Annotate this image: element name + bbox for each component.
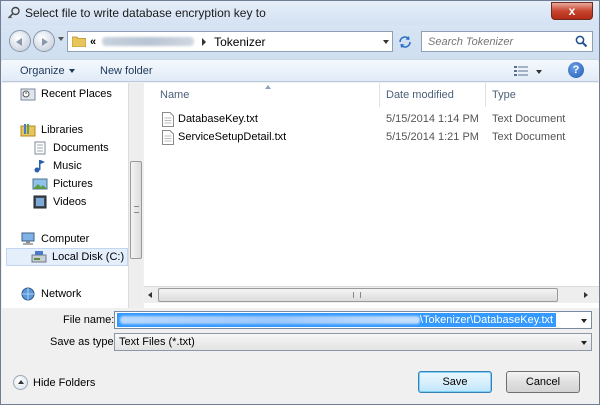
command-bar: Organize New folder ? — [2, 59, 598, 82]
sort-ascending-icon — [265, 85, 271, 89]
text-file-icon — [162, 130, 174, 145]
redacted-path — [120, 316, 420, 324]
search-box[interactable] — [421, 31, 593, 52]
key-icon — [7, 6, 20, 19]
search-input[interactable] — [426, 34, 572, 49]
breadcrumb-arrow-icon[interactable] — [202, 37, 207, 46]
save-as-type-select[interactable]: Text Files (*.txt) — [114, 333, 592, 351]
save-as-type-value: Text Files (*.txt) — [119, 336, 195, 348]
pictures-icon — [32, 178, 48, 190]
hide-folders-button[interactable]: Hide Folders — [13, 375, 95, 390]
file-name-selection[interactable]: \Tokenizer\DatabaseKey.txt — [117, 313, 557, 327]
sidebar-item-music[interactable]: Music — [32, 157, 82, 175]
sidebar-scroll-thumb[interactable] — [130, 161, 142, 259]
scroll-right-icon[interactable] — [584, 292, 588, 298]
recent-places-icon — [20, 88, 36, 101]
sidebar-item-videos[interactable]: Videos — [32, 193, 86, 211]
new-folder-button[interactable]: New folder — [100, 65, 153, 77]
save-button[interactable]: Save — [418, 371, 492, 393]
sidebar-scrollbar[interactable] — [128, 83, 143, 308]
file-row[interactable]: ServiceSetupDetail.txt 5/15/2014 1:21 PM… — [156, 129, 596, 147]
chevron-down-icon[interactable] — [581, 341, 587, 345]
text-file-icon — [162, 112, 174, 127]
computer-icon — [21, 232, 35, 245]
organize-button[interactable]: Organize — [20, 65, 75, 77]
sidebar-item-pictures[interactable]: Pictures — [32, 175, 93, 193]
cancel-button[interactable]: Cancel — [506, 371, 580, 393]
file-name-value: \Tokenizer\DatabaseKey.txt — [420, 314, 554, 326]
help-icon[interactable]: ? — [568, 62, 584, 78]
music-icon — [34, 160, 45, 173]
address-dropdown-icon[interactable] — [383, 40, 389, 44]
local-disk-icon — [31, 251, 47, 263]
grip-icon — [134, 206, 139, 213]
sidebar-item-documents[interactable]: Documents — [32, 139, 109, 157]
file-name-combobox[interactable]: \Tokenizer\DatabaseKey.txt — [114, 311, 592, 329]
file-date: 5/15/2014 1:21 PM — [386, 131, 479, 143]
recent-locations-dropdown[interactable] — [58, 37, 64, 41]
address-bar[interactable]: « Tokenizer — [67, 31, 393, 52]
refresh-button[interactable] — [395, 31, 415, 52]
file-date: 5/15/2014 1:14 PM — [386, 113, 479, 125]
file-row[interactable]: DatabaseKey.txt 5/15/2014 1:14 PM Text D… — [156, 111, 596, 129]
documents-icon — [34, 141, 46, 155]
breadcrumb-overflow[interactable]: « — [90, 36, 96, 48]
chevron-up-icon — [13, 375, 28, 390]
scroll-left-icon[interactable] — [148, 292, 152, 298]
window-title: Select file to write database encryption… — [25, 6, 266, 20]
views-dropdown-icon[interactable] — [536, 70, 542, 74]
network-icon — [21, 287, 35, 301]
sidebar-item-computer[interactable]: Computer — [20, 230, 89, 248]
save-file-dialog: Select file to write database encryption… — [0, 0, 600, 405]
views-icon[interactable] — [514, 65, 528, 77]
breadcrumb-redacted-path — [102, 37, 195, 46]
sidebar-item-local-disk[interactable]: Local Disk (C:) — [6, 248, 128, 266]
column-header-type[interactable]: Type — [486, 83, 599, 107]
grip-icon — [353, 292, 361, 298]
save-as-type-label: Save as type: — [50, 336, 117, 348]
file-name-label: File name: — [63, 314, 115, 326]
back-button[interactable] — [9, 30, 31, 52]
videos-icon — [33, 195, 47, 209]
file-list: Name Date modified Type DatabaseKey.txt … — [144, 83, 599, 308]
navigation-pane: Recent Places Libraries Documents Music … — [2, 83, 143, 308]
file-list-scrollbar[interactable] — [144, 286, 599, 303]
folder-icon — [72, 36, 86, 47]
sidebar-item-network[interactable]: Network — [20, 285, 81, 303]
file-list-scroll-thumb[interactable] — [158, 288, 558, 302]
file-name: ServiceSetupDetail.txt — [178, 131, 287, 143]
file-name: DatabaseKey.txt — [178, 113, 258, 125]
sidebar-item-libraries[interactable]: Libraries — [20, 121, 83, 139]
column-header-date-modified[interactable]: Date modified — [380, 83, 486, 107]
file-type: Text Document — [492, 131, 566, 143]
title-bar: Select file to write database encryption… — [1, 1, 599, 25]
file-type: Text Document — [492, 113, 566, 125]
close-button[interactable]: x — [551, 2, 593, 20]
refresh-icon — [399, 35, 411, 48]
forward-button[interactable] — [33, 30, 55, 52]
sidebar-item-recent-places[interactable]: Recent Places — [20, 85, 112, 103]
libraries-icon — [20, 124, 36, 137]
chevron-down-icon[interactable] — [581, 319, 587, 323]
chevron-down-icon — [68, 69, 75, 74]
search-icon[interactable] — [575, 35, 588, 48]
breadcrumb-current[interactable]: Tokenizer — [214, 35, 265, 49]
